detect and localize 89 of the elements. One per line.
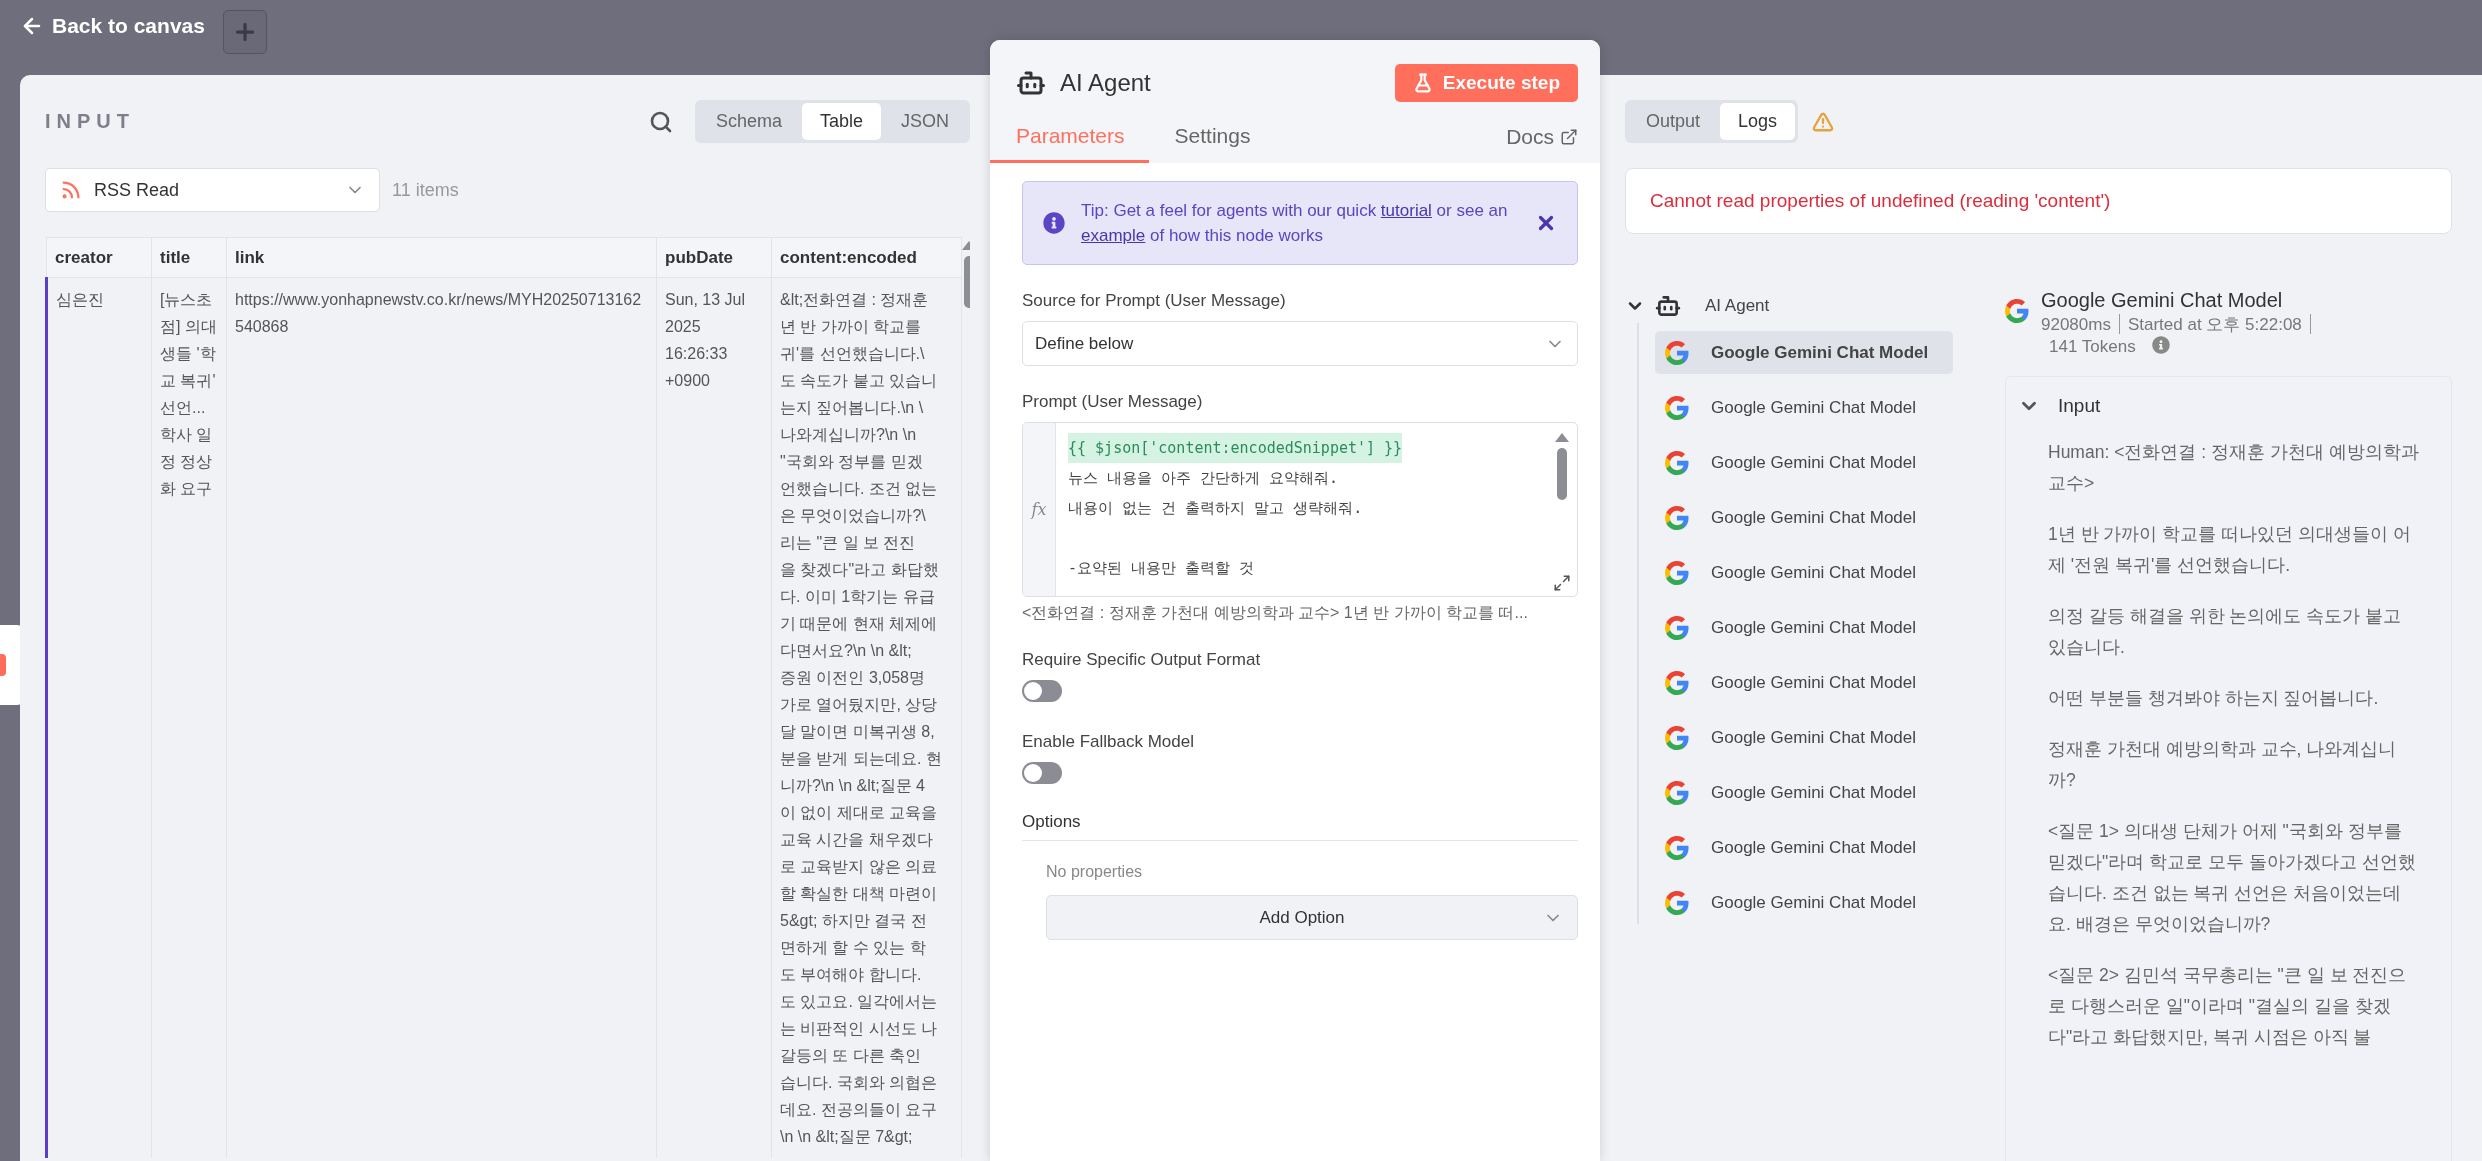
message-paragraph: <질문 1> 의대생 단체가 어제 "국회와 정부를 믿겠다"라며 학교로 모두 돌아가겠다고 선언했습니다. 조건 없는 복귀 선언은 처음이었는데요. 배경은 무엇이었습니까? xyxy=(2048,820,2417,936)
view-tab[interactable]: JSON xyxy=(883,103,967,140)
message-paragraph: 1년 반 가까이 학교를 떠나있던 의대생들이 어제 '전원 복귀'를 선언했습니다. xyxy=(2048,523,2412,577)
field-label: Enable Fallback Model xyxy=(1022,732,1195,752)
google-g-icon xyxy=(2005,299,2029,323)
log-entry[interactable]: Google Gemini Chat Model xyxy=(1655,881,1953,924)
log-entry[interactable]: Google Gemini Chat Model xyxy=(1655,606,1953,649)
token-count: 141 Tokens xyxy=(2049,336,2136,358)
google-g-icon xyxy=(1665,725,1689,750)
rss-icon xyxy=(60,179,82,201)
log-entry[interactable]: Google Gemini Chat Model xyxy=(1655,661,1953,704)
google-g-icon xyxy=(1665,890,1689,915)
google-g-icon xyxy=(1665,615,1689,640)
node-accent xyxy=(0,654,6,676)
log-entry[interactable]: Google Gemini Chat Model xyxy=(1655,716,1953,759)
code-line: -요약된 내용만 출력할 것 xyxy=(1068,558,1255,579)
code-line: 내용이 없는 건 출력하지 말고 생략해줘. xyxy=(1068,498,1363,519)
source-node-select[interactable]: RSS Read xyxy=(45,168,380,212)
info-icon xyxy=(1043,212,1065,234)
add-button[interactable] xyxy=(222,10,267,54)
field-label: Require Specific Output Format xyxy=(1022,650,1262,670)
message-paragraph: 정재훈 가천대 예방의학과 교수, 나와계십니까? xyxy=(2048,738,2398,792)
start-time-text: Started at 오후 5:22:08 xyxy=(2127,314,2302,336)
log-entry[interactable]: Google Gemini Chat Model xyxy=(1655,826,1953,869)
google-g-icon xyxy=(1665,450,1689,475)
detail-title: Google Gemini Chat Model xyxy=(2041,289,2284,312)
google-g-icon xyxy=(1665,560,1689,585)
duration-text: 92080ms xyxy=(2041,314,2111,336)
log-entry[interactable]: Google Gemini Chat Model xyxy=(1655,551,1953,594)
scrollbar[interactable] xyxy=(1555,433,1569,500)
table-cell: https://www.yonhapnewstv.co.kr/news/MYH20250713162540868 xyxy=(226,277,657,1158)
section-title: Options xyxy=(1022,812,1578,841)
view-tab[interactable]: Table xyxy=(801,103,881,140)
message-paragraph: 어떤 부분들 챙겨봐야 하는지 짚어봅니다. xyxy=(2048,687,2380,710)
google-g-icon xyxy=(1665,835,1689,860)
code-line: 뉴스 내용을 아주 간단하게 요약해줘. xyxy=(1068,468,1339,489)
log-entry[interactable]: Google Gemini Chat Model xyxy=(1655,771,1953,814)
tree-node[interactable]: AI Agent xyxy=(1625,289,1770,323)
table-cell: &lt;전화연결 : 정재훈 년 반 가까이 학교를 귀'를 선언했습니다.\ 도 속도가 붙고 있습니 는지 짚어봅니다.\n \ 나와계십니까?\n \n "국회와 정부를 믿겠 언했습니다. 조건 없는 은 무엇이었습니까?\ 리는 "큰 일 보 전진 을 찾겠다"라고 화답했 다. 이미 1학기는 유급 기 때문에 현재 체제에 다면서요?\n \n &lt; 증원 이전인 3,058명 가로 열어뒀지만, 상당 달 말이면 미복귀생 8, 분을 받게 되는데요. 현 니까?\n \n &lt;질문 4 이 없이 제대로 교육을 교육 시간을 채우겠다 로 교육받지 않은 의료 할 확실한 대책 마련이 5&gt; 하지만 결국 전 면하게 할 수 있는 학 도 부여해야 합니다. 도 있고요. 일각에서는 는 비판적인 시선도 나 갈등의 또 다른 축인 습니다. 국회와 의협은 데요. 전공의들이 요구 \n \n &lt;질문 7&gt; xyxy=(771,277,962,1158)
node-title: AI Agent xyxy=(1060,69,1151,97)
column-header: content:encoded xyxy=(771,237,962,278)
expand-icon[interactable] xyxy=(1553,574,1571,592)
empty-text: No properties xyxy=(1046,863,1144,881)
prompt-source-select[interactable]: Define below xyxy=(1022,321,1578,366)
panel-title: INPUT xyxy=(45,110,136,133)
flask-icon xyxy=(1412,73,1433,93)
message-paragraph: 의정 갈등 해결을 위한 논의에도 속도가 붙고 있습니다. xyxy=(2048,605,2403,659)
column-header: pubDate xyxy=(656,237,772,278)
error-message: Cannot read properties of undefined (reading 'content') xyxy=(1625,168,2452,234)
google-g-icon xyxy=(1665,670,1689,695)
tip-text: Tip: Get a feel for agents with our quick tutorial or see an example of how this node works xyxy=(1081,200,1509,247)
add-option-button[interactable]: Add Option xyxy=(1046,895,1578,940)
google-g-icon xyxy=(1665,395,1689,420)
external-link-icon xyxy=(1560,128,1578,146)
column-header: link xyxy=(226,237,657,278)
example-link[interactable]: example xyxy=(1081,226,1146,245)
column-header: title xyxy=(151,237,227,278)
view-tab[interactable]: Output xyxy=(1628,103,1719,140)
google-g-icon xyxy=(1665,505,1689,530)
log-entry[interactable]: Google Gemini Chat Model xyxy=(1655,496,1953,539)
table-cell: 심은진 xyxy=(46,277,152,1158)
panel-tab[interactable]: Settings xyxy=(1148,118,1275,163)
docs-link[interactable]: Docs xyxy=(1506,125,1578,163)
back-to-canvas-link[interactable]: Back to canvas xyxy=(20,14,205,38)
search-icon[interactable] xyxy=(648,109,673,134)
warning-icon xyxy=(1812,110,1835,133)
table-cell: Sun, 13 Jul 2025 16:26:33 +0900 xyxy=(656,277,772,1158)
google-g-icon xyxy=(1665,340,1689,365)
toggle-switch[interactable] xyxy=(1022,762,1062,784)
tutorial-link[interactable]: tutorial xyxy=(1380,201,1432,220)
item-count: 11 items xyxy=(392,179,459,201)
view-tab[interactable]: Logs xyxy=(1720,103,1796,140)
message-paragraph: <질문 2> 김민석 국무총리는 "큰 일 보 전진으로 다행스러운 일"이라며 "결실의 길을 찾겠다"라고 화답했지만, 복귀 시점은 아직 불 xyxy=(2048,964,2408,1049)
robot-icon xyxy=(1655,293,1681,319)
column-header: creator xyxy=(46,237,152,278)
log-entry[interactable]: Google Gemini Chat Model xyxy=(1655,386,1953,429)
google-g-icon xyxy=(1665,780,1689,805)
expression-marker: fx xyxy=(1031,500,1047,519)
message-paragraph: Human: <전화연결 : 정재훈 가천대 예방의학과 교수> xyxy=(2048,441,2420,495)
log-entry[interactable]: Google Gemini Chat Model xyxy=(1655,441,1953,484)
field-label: Source for Prompt (User Message) xyxy=(1022,291,1287,311)
input-section-header[interactable]: Input xyxy=(2018,395,2101,417)
view-tab[interactable]: Schema xyxy=(697,103,800,140)
toggle-switch[interactable] xyxy=(1022,680,1062,702)
expression-preview: <전화연결 : 정재훈 가천대 예방의학과 교수> 1년 반 가까이 학교를 떠... xyxy=(1022,603,1529,623)
prompt-editor[interactable]: fx {{ $json['content:encodedSnippet'] }} 뉴스 내용을 아주 간단하게 요약해줘. 내용이 없는 건 출력하지 말고 생략해줘. -요약된 내용만 출력할 것 xyxy=(1022,422,1578,597)
log-entry[interactable]: Google Gemini Chat Model xyxy=(1655,331,1953,374)
field-label: Prompt (User Message) xyxy=(1022,392,1204,412)
table-cell: [뉴스초점] 의대생들 '학교 복귀' 선언... 학사 일정 정상화 요구 xyxy=(151,277,227,1158)
